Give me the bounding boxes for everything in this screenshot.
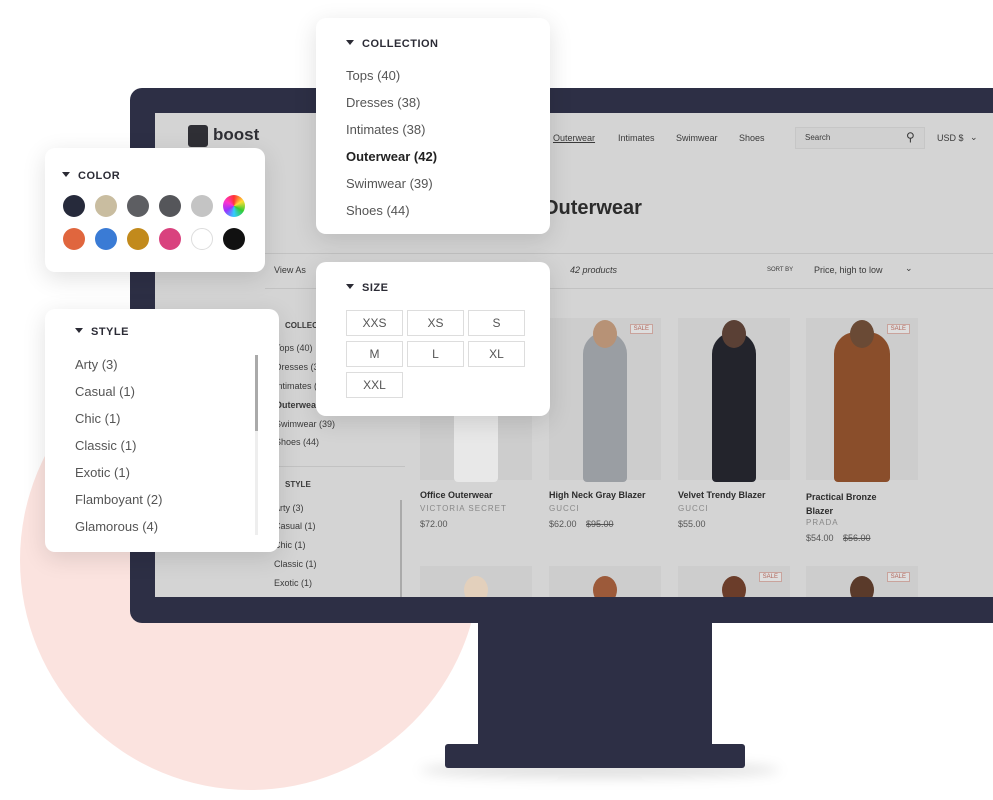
product-price: $54.00 (806, 533, 834, 543)
color-swatch[interactable] (95, 195, 117, 217)
search-icon[interactable]: ⚲ (906, 130, 915, 144)
color-heading[interactable]: COLOR (62, 170, 120, 182)
product-name[interactable]: Office Outerwear (420, 490, 493, 500)
sidebar-item[interactable]: Tops (40) (275, 343, 313, 353)
color-swatch[interactable] (191, 228, 213, 250)
color-swatch[interactable] (127, 195, 149, 217)
sidebar-item[interactable]: Swimwear (39) (275, 419, 335, 429)
style-option[interactable]: Flamboyant (2) (75, 492, 162, 507)
monitor-stand (478, 622, 712, 746)
nav-swimwear[interactable]: Swimwear (676, 133, 718, 143)
store-screen: boost Outerwear Intimates Swimwear Shoes… (155, 113, 993, 597)
logo[interactable]: boost (213, 125, 259, 145)
product-name[interactable]: Practical Bronze Blazer (806, 490, 906, 518)
product-brand: GUCCI (549, 504, 580, 513)
product-image[interactable]: SALE (806, 566, 918, 597)
collection-heading[interactable]: COLLECTION (346, 38, 439, 50)
style-option[interactable]: Casual (1) (75, 384, 135, 399)
style-heading[interactable]: STYLE (75, 326, 129, 338)
size-filter-panel: SIZE XXS XS S M L XL XXL (316, 262, 550, 416)
size-option-xxl[interactable]: XXL (346, 372, 403, 398)
size-option-xxs[interactable]: XXS (346, 310, 403, 336)
chevron-down-icon: ⌄ (970, 132, 978, 142)
product-image[interactable] (678, 318, 790, 482)
size-heading[interactable]: SIZE (346, 282, 388, 294)
style-filter-panel: STYLE Arty (3) Casual (1) Chic (1) Class… (45, 309, 279, 552)
product-image[interactable] (420, 566, 532, 597)
color-swatch[interactable] (223, 228, 245, 250)
product-image[interactable]: SALE (549, 318, 661, 482)
product-count: 42 products (570, 265, 618, 275)
product-compare-price: $56.00 (843, 533, 871, 543)
style-option[interactable]: Chic (1) (75, 411, 121, 426)
color-swatch[interactable] (63, 228, 85, 250)
size-option-xs[interactable]: XS (407, 310, 464, 336)
search-placeholder: Search (805, 133, 831, 142)
style-option[interactable]: Arty (3) (75, 357, 118, 372)
sale-badge: SALE (886, 324, 910, 334)
sale-badge: SALE (886, 572, 910, 582)
search-input[interactable]: Search ⚲ (795, 127, 925, 149)
sidebar-item[interactable]: Classic (1) (274, 559, 317, 569)
sidebar-item[interactable]: Casual (1) (274, 521, 316, 531)
collection-option[interactable]: Swimwear (39) (346, 176, 433, 191)
size-option-m[interactable]: M (346, 341, 403, 367)
color-swatch[interactable] (191, 195, 213, 217)
sort-label: SORT BY (767, 267, 794, 273)
sidebar-item[interactable]: Shoes (44) (275, 437, 319, 447)
sidebar-item[interactable]: Exotic (1) (274, 578, 312, 588)
color-filter-panel: COLOR (45, 148, 265, 272)
color-swatch[interactable] (95, 228, 117, 250)
boost-logo-icon (188, 125, 208, 147)
product-brand: VICTORIA SECRET (420, 504, 507, 513)
size-option-xl[interactable]: XL (468, 341, 525, 367)
collection-option[interactable]: Shoes (44) (346, 203, 410, 218)
style-option[interactable]: Exotic (1) (75, 465, 130, 480)
size-option-l[interactable]: L (407, 341, 464, 367)
product-brand: PRADA (806, 518, 839, 527)
product-image[interactable] (549, 566, 661, 597)
color-swatch[interactable] (127, 228, 149, 250)
scrollbar-thumb[interactable] (255, 355, 258, 431)
collection-filter-panel: COLLECTION Tops (40) Dresses (38) Intima… (316, 18, 550, 234)
collection-option-selected[interactable]: Outerwear (42) (346, 149, 437, 164)
product-price: $72.00 (420, 519, 448, 529)
sort-select[interactable]: Price, high to low (814, 265, 883, 275)
nav-shoes[interactable]: Shoes (739, 133, 765, 143)
color-swatch[interactable] (223, 195, 245, 217)
color-swatch[interactable] (159, 228, 181, 250)
color-swatch[interactable] (159, 195, 181, 217)
size-option-s[interactable]: S (468, 310, 525, 336)
product-image[interactable]: SALE (678, 566, 790, 597)
product-brand: GUCCI (678, 504, 709, 513)
collection-option[interactable]: Tops (40) (346, 68, 400, 83)
product-name[interactable]: High Neck Gray Blazer (549, 490, 646, 500)
monitor-base (445, 744, 745, 768)
nav-outerwear[interactable]: Outerwear (553, 133, 595, 143)
product-name[interactable]: Velvet Trendy Blazer (678, 490, 766, 500)
scrollbar[interactable] (400, 500, 402, 597)
page-title: Outerwear (543, 197, 642, 219)
color-swatch[interactable] (63, 195, 85, 217)
chevron-down-icon: ⌄ (905, 263, 913, 273)
currency-select[interactable]: USD $ (937, 133, 964, 143)
view-as-label: View As (274, 265, 306, 275)
product-price: $62.00 (549, 519, 577, 529)
product-compare-price: $95.00 (586, 519, 614, 529)
product-price: $55.00 (678, 519, 706, 529)
product-image[interactable]: SALE (806, 318, 918, 482)
style-option[interactable]: Glamorous (4) (75, 519, 158, 534)
nav-intimates[interactable]: Intimates (618, 133, 655, 143)
style-option[interactable]: Classic (1) (75, 438, 136, 453)
sidebar-style-heading: STYLE (285, 480, 311, 489)
sale-badge: SALE (629, 324, 653, 334)
sale-badge: SALE (758, 572, 782, 582)
collection-option[interactable]: Dresses (38) (346, 95, 420, 110)
collection-option[interactable]: Intimates (38) (346, 122, 425, 137)
